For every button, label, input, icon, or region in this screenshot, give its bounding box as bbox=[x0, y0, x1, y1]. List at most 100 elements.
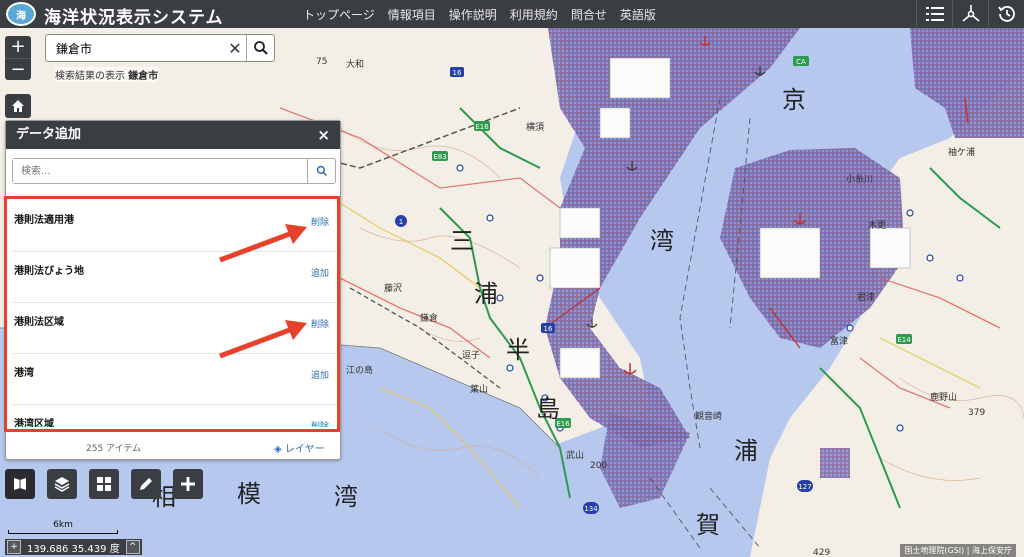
place-zushi: 逗子 bbox=[462, 351, 481, 361]
panel-search-input[interactable] bbox=[13, 159, 307, 183]
layer-link-label: レイヤー bbox=[284, 444, 325, 455]
route-shield: 134 bbox=[584, 505, 598, 513]
nav-english[interactable]: 英語版 bbox=[620, 6, 656, 23]
search-icon bbox=[316, 165, 327, 177]
layers-icon: ◈ bbox=[274, 444, 285, 455]
route-shield: E83 bbox=[433, 153, 446, 161]
zoom-control: + − bbox=[5, 36, 31, 80]
list-item-name: 港湾区域 bbox=[14, 419, 54, 427]
place-kimitsu: 君津 bbox=[857, 293, 876, 303]
route-shield: E16 bbox=[475, 123, 489, 131]
add-button[interactable]: 追加 bbox=[311, 266, 329, 279]
basemap-tool[interactable] bbox=[89, 469, 119, 499]
draw-tool[interactable] bbox=[131, 469, 161, 499]
app-logo[interactable]: 海 bbox=[6, 2, 36, 26]
place-yamato: 大和 bbox=[346, 60, 365, 70]
app-header: 海 海洋状況表示システム トップページ 情報項目 操作説明 利用規約 問合せ 英… bbox=[0, 0, 1024, 28]
layers-icon bbox=[54, 477, 70, 492]
plus-icon bbox=[181, 477, 195, 491]
map-attribution: 国土地理院(GSI) | 海上保安庁 bbox=[900, 544, 1016, 557]
data-panel-tool[interactable] bbox=[5, 469, 35, 499]
scale-bar-line bbox=[8, 530, 118, 534]
map-label-uraga-1: 浦 bbox=[734, 437, 758, 465]
nav-operation-guide[interactable]: 操作説明 bbox=[449, 6, 497, 23]
share-icon bbox=[961, 5, 980, 22]
layer-link[interactable]: ◈ レイヤー bbox=[274, 440, 325, 455]
add-data-panel: データ追加 × 港則法適用港 削除 港則法びょう地 追加 港則法区域 削除 港湾… bbox=[5, 120, 341, 460]
panel-header: データ追加 × bbox=[6, 121, 340, 149]
map-label-miura-3: 半 bbox=[506, 336, 530, 364]
route-shield: 16 bbox=[544, 325, 553, 333]
search-result-text: 検索結果の表示 鎌倉市 bbox=[55, 67, 159, 82]
route-shield: 127 bbox=[798, 483, 811, 491]
remove-button[interactable]: 削除 bbox=[311, 419, 329, 427]
list-item-name: 港則法区域 bbox=[14, 317, 64, 328]
panel-search bbox=[12, 158, 336, 184]
route-shield: 16 bbox=[453, 69, 462, 77]
nav-contact[interactable]: 問合せ bbox=[571, 6, 607, 23]
map-label-miura-4: 島 bbox=[536, 395, 560, 423]
coordinate-display: + 139.686 35.439 度 ^ bbox=[5, 539, 142, 555]
zoom-in-button[interactable]: + bbox=[5, 36, 31, 58]
panel-footer: 255 アイテム ◈ レイヤー bbox=[6, 433, 340, 459]
search-result-value[interactable]: 鎌倉市 bbox=[128, 71, 158, 82]
list-item-name: 港則法びょう地 bbox=[14, 266, 84, 277]
search-icon bbox=[253, 41, 268, 55]
list-button[interactable] bbox=[916, 0, 952, 28]
layers-tool[interactable] bbox=[47, 469, 77, 499]
history-button[interactable] bbox=[988, 0, 1024, 28]
search-result-prefix: 検索結果の表示 bbox=[55, 71, 125, 82]
map-label-miura-2: 浦 bbox=[474, 280, 498, 308]
nav-top-page[interactable]: トップページ bbox=[303, 6, 375, 23]
map-label-miura-1: 三 bbox=[450, 227, 474, 255]
map-label-sagami-2: 湾 bbox=[334, 483, 358, 511]
place-koitogawa: 小糸川 bbox=[846, 175, 874, 185]
panel-title: データ追加 bbox=[16, 127, 82, 142]
place-kisarazu: 木更 bbox=[868, 221, 887, 231]
zoom-out-button[interactable]: − bbox=[5, 58, 31, 80]
book-icon bbox=[14, 478, 26, 490]
scale-label: 6km bbox=[53, 520, 73, 530]
search-button[interactable] bbox=[246, 35, 274, 61]
clear-search-button[interactable]: ✕ bbox=[224, 39, 246, 58]
route-shield: 1 bbox=[399, 218, 403, 226]
place-futtsu: 富津 bbox=[830, 337, 849, 347]
elevation-75: 75 bbox=[316, 57, 328, 67]
map-label-uraga-2: 賀 bbox=[696, 511, 720, 539]
coordinate-toggle-button[interactable]: ^ bbox=[125, 540, 140, 554]
list-item: 港湾 追加 bbox=[12, 354, 338, 405]
nav-terms[interactable]: 利用規約 bbox=[510, 6, 558, 23]
logo-text: 海 bbox=[16, 10, 26, 22]
panel-close-button[interactable]: × bbox=[317, 121, 330, 149]
item-count: 255 アイテム bbox=[86, 444, 142, 454]
place-kanonzaki: 観音崎 bbox=[695, 412, 723, 422]
place-hayama: 葉山 bbox=[470, 385, 489, 395]
arrow-icon bbox=[219, 320, 307, 359]
add-tool[interactable] bbox=[173, 469, 203, 499]
home-button[interactable] bbox=[5, 94, 31, 118]
map-label-kyo: 京 bbox=[782, 86, 806, 114]
coordinate-value: 139.686 35.439 度 bbox=[27, 543, 120, 555]
coordinate-mode-button[interactable]: + bbox=[7, 540, 21, 554]
arrow-icon bbox=[219, 224, 307, 263]
share-button[interactable] bbox=[952, 0, 988, 28]
list-icon bbox=[925, 7, 944, 21]
list-item-name: 港則法適用港 bbox=[14, 215, 74, 226]
panel-search-button[interactable] bbox=[307, 159, 335, 183]
place-sodegaura: 袖ケ浦 bbox=[948, 148, 976, 158]
route-shield: CA bbox=[796, 58, 806, 66]
map-label-sagami-1: 模 bbox=[237, 480, 261, 508]
elevation-200: 200 bbox=[590, 461, 608, 471]
elevation-429: 429 bbox=[813, 548, 831, 557]
history-icon bbox=[997, 6, 1015, 22]
place-enoshima: 江の島 bbox=[346, 366, 374, 376]
add-button[interactable]: 追加 bbox=[311, 368, 329, 381]
route-shield: E14 bbox=[897, 336, 911, 344]
app-title[interactable]: 海洋状況表示システム bbox=[44, 3, 224, 28]
nav-info-items[interactable]: 情報項目 bbox=[388, 6, 436, 23]
place-search-input[interactable] bbox=[46, 41, 224, 55]
place-kanozan: 鹿野山 bbox=[930, 393, 958, 403]
home-icon bbox=[12, 100, 24, 112]
elevation-379: 379 bbox=[968, 408, 986, 418]
place-yokosuka: 横須 bbox=[526, 123, 545, 133]
